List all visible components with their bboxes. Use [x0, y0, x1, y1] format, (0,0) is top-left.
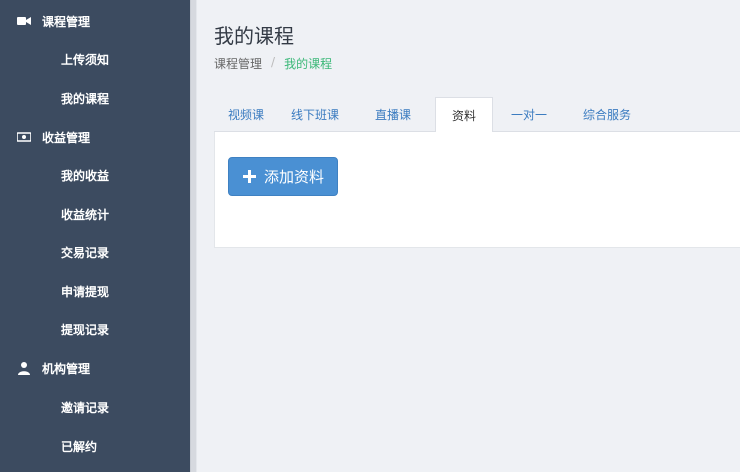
- page-title: 我的课程: [214, 24, 294, 48]
- tab-materials[interactable]: 资料: [435, 97, 493, 133]
- tab-label: 视频课: [227, 108, 264, 122]
- tab-one-on-one[interactable]: 一对一: [493, 97, 565, 132]
- sidebar-item-label: 我的课程: [61, 91, 110, 106]
- sidebar-item-label: 提现记录: [61, 322, 110, 337]
- sidebar-group-org-management[interactable]: 机构管理: [0, 349, 190, 387]
- breadcrumb-current: 我的课程: [284, 57, 333, 71]
- money-icon: [17, 132, 31, 142]
- sidebar-group-course-management[interactable]: 课程管理: [0, 2, 190, 40]
- sidebar-item-earnings-stats[interactable]: 收益统计: [0, 195, 190, 233]
- tab-bar: 视频课 线下班课 直播课 资料 一对一 综合服务: [214, 97, 740, 133]
- main-content: 我的课程 课程管理 / 我的课程 视频课 线下班课 直播课 资料 一对一 综合服…: [197, 0, 740, 472]
- breadcrumb-parent[interactable]: 课程管理: [214, 55, 262, 72]
- add-material-label: 添加资料: [264, 168, 325, 186]
- tab-video[interactable]: 视频课: [214, 97, 278, 132]
- sidebar-group-label: 机构管理: [42, 361, 91, 376]
- tab-label: 线下班课: [290, 108, 339, 122]
- sidebar-resize-handle[interactable]: [190, 0, 197, 472]
- sidebar-item-label: 申请提现: [61, 284, 110, 299]
- tab-label: 直播课: [374, 108, 411, 122]
- tab-label: 资料: [451, 108, 476, 123]
- sidebar-group-earnings-management[interactable]: 收益管理: [0, 118, 190, 156]
- sidebar-item-upload-notice[interactable]: 上传须知: [0, 40, 190, 78]
- add-material-button[interactable]: 添加资料: [228, 157, 338, 196]
- sidebar-item-my-courses[interactable]: 我的课程: [0, 79, 190, 117]
- sidebar-item-label: 已解约: [61, 439, 98, 454]
- sidebar-item-request-withdrawal[interactable]: 申请提现: [0, 272, 190, 310]
- sidebar-item-label: 交易记录: [61, 245, 110, 260]
- sidebar-item-withdrawal-records[interactable]: 提现记录: [0, 310, 190, 348]
- sidebar-item-label: 邀请记录: [61, 400, 110, 415]
- sidebar-group-label: 收益管理: [42, 130, 91, 145]
- tab-offline-class[interactable]: 线下班课: [278, 97, 352, 132]
- video-camera-icon: [17, 17, 31, 25]
- tab-label: 一对一: [510, 108, 547, 122]
- sidebar-item-label: 收益统计: [61, 207, 110, 222]
- tab-services[interactable]: 综合服务: [565, 97, 649, 132]
- breadcrumb: 课程管理 / 我的课程: [214, 55, 332, 72]
- plus-icon: [243, 170, 256, 183]
- sidebar-item-label: 我的收益: [61, 168, 110, 183]
- breadcrumb-separator: /: [271, 55, 276, 69]
- sidebar-item-terminated[interactable]: 已解约: [0, 427, 190, 465]
- tab-label: 综合服务: [582, 108, 631, 122]
- sidebar-item-label: 上传须知: [61, 52, 110, 67]
- sidebar-item-invite-records[interactable]: 邀请记录: [0, 388, 190, 426]
- materials-panel: 添加资料: [214, 132, 740, 248]
- sidebar-group-label: 课程管理: [42, 14, 91, 29]
- sidebar: 课程管理 上传须知 我的课程 收益管理 我的收益 收益统计 交易记录 申请提现 …: [0, 0, 190, 472]
- sidebar-item-transactions[interactable]: 交易记录: [0, 233, 190, 271]
- tab-live[interactable]: 直播课: [352, 97, 434, 132]
- sidebar-item-my-earnings[interactable]: 我的收益: [0, 156, 190, 194]
- user-icon: [18, 362, 30, 375]
